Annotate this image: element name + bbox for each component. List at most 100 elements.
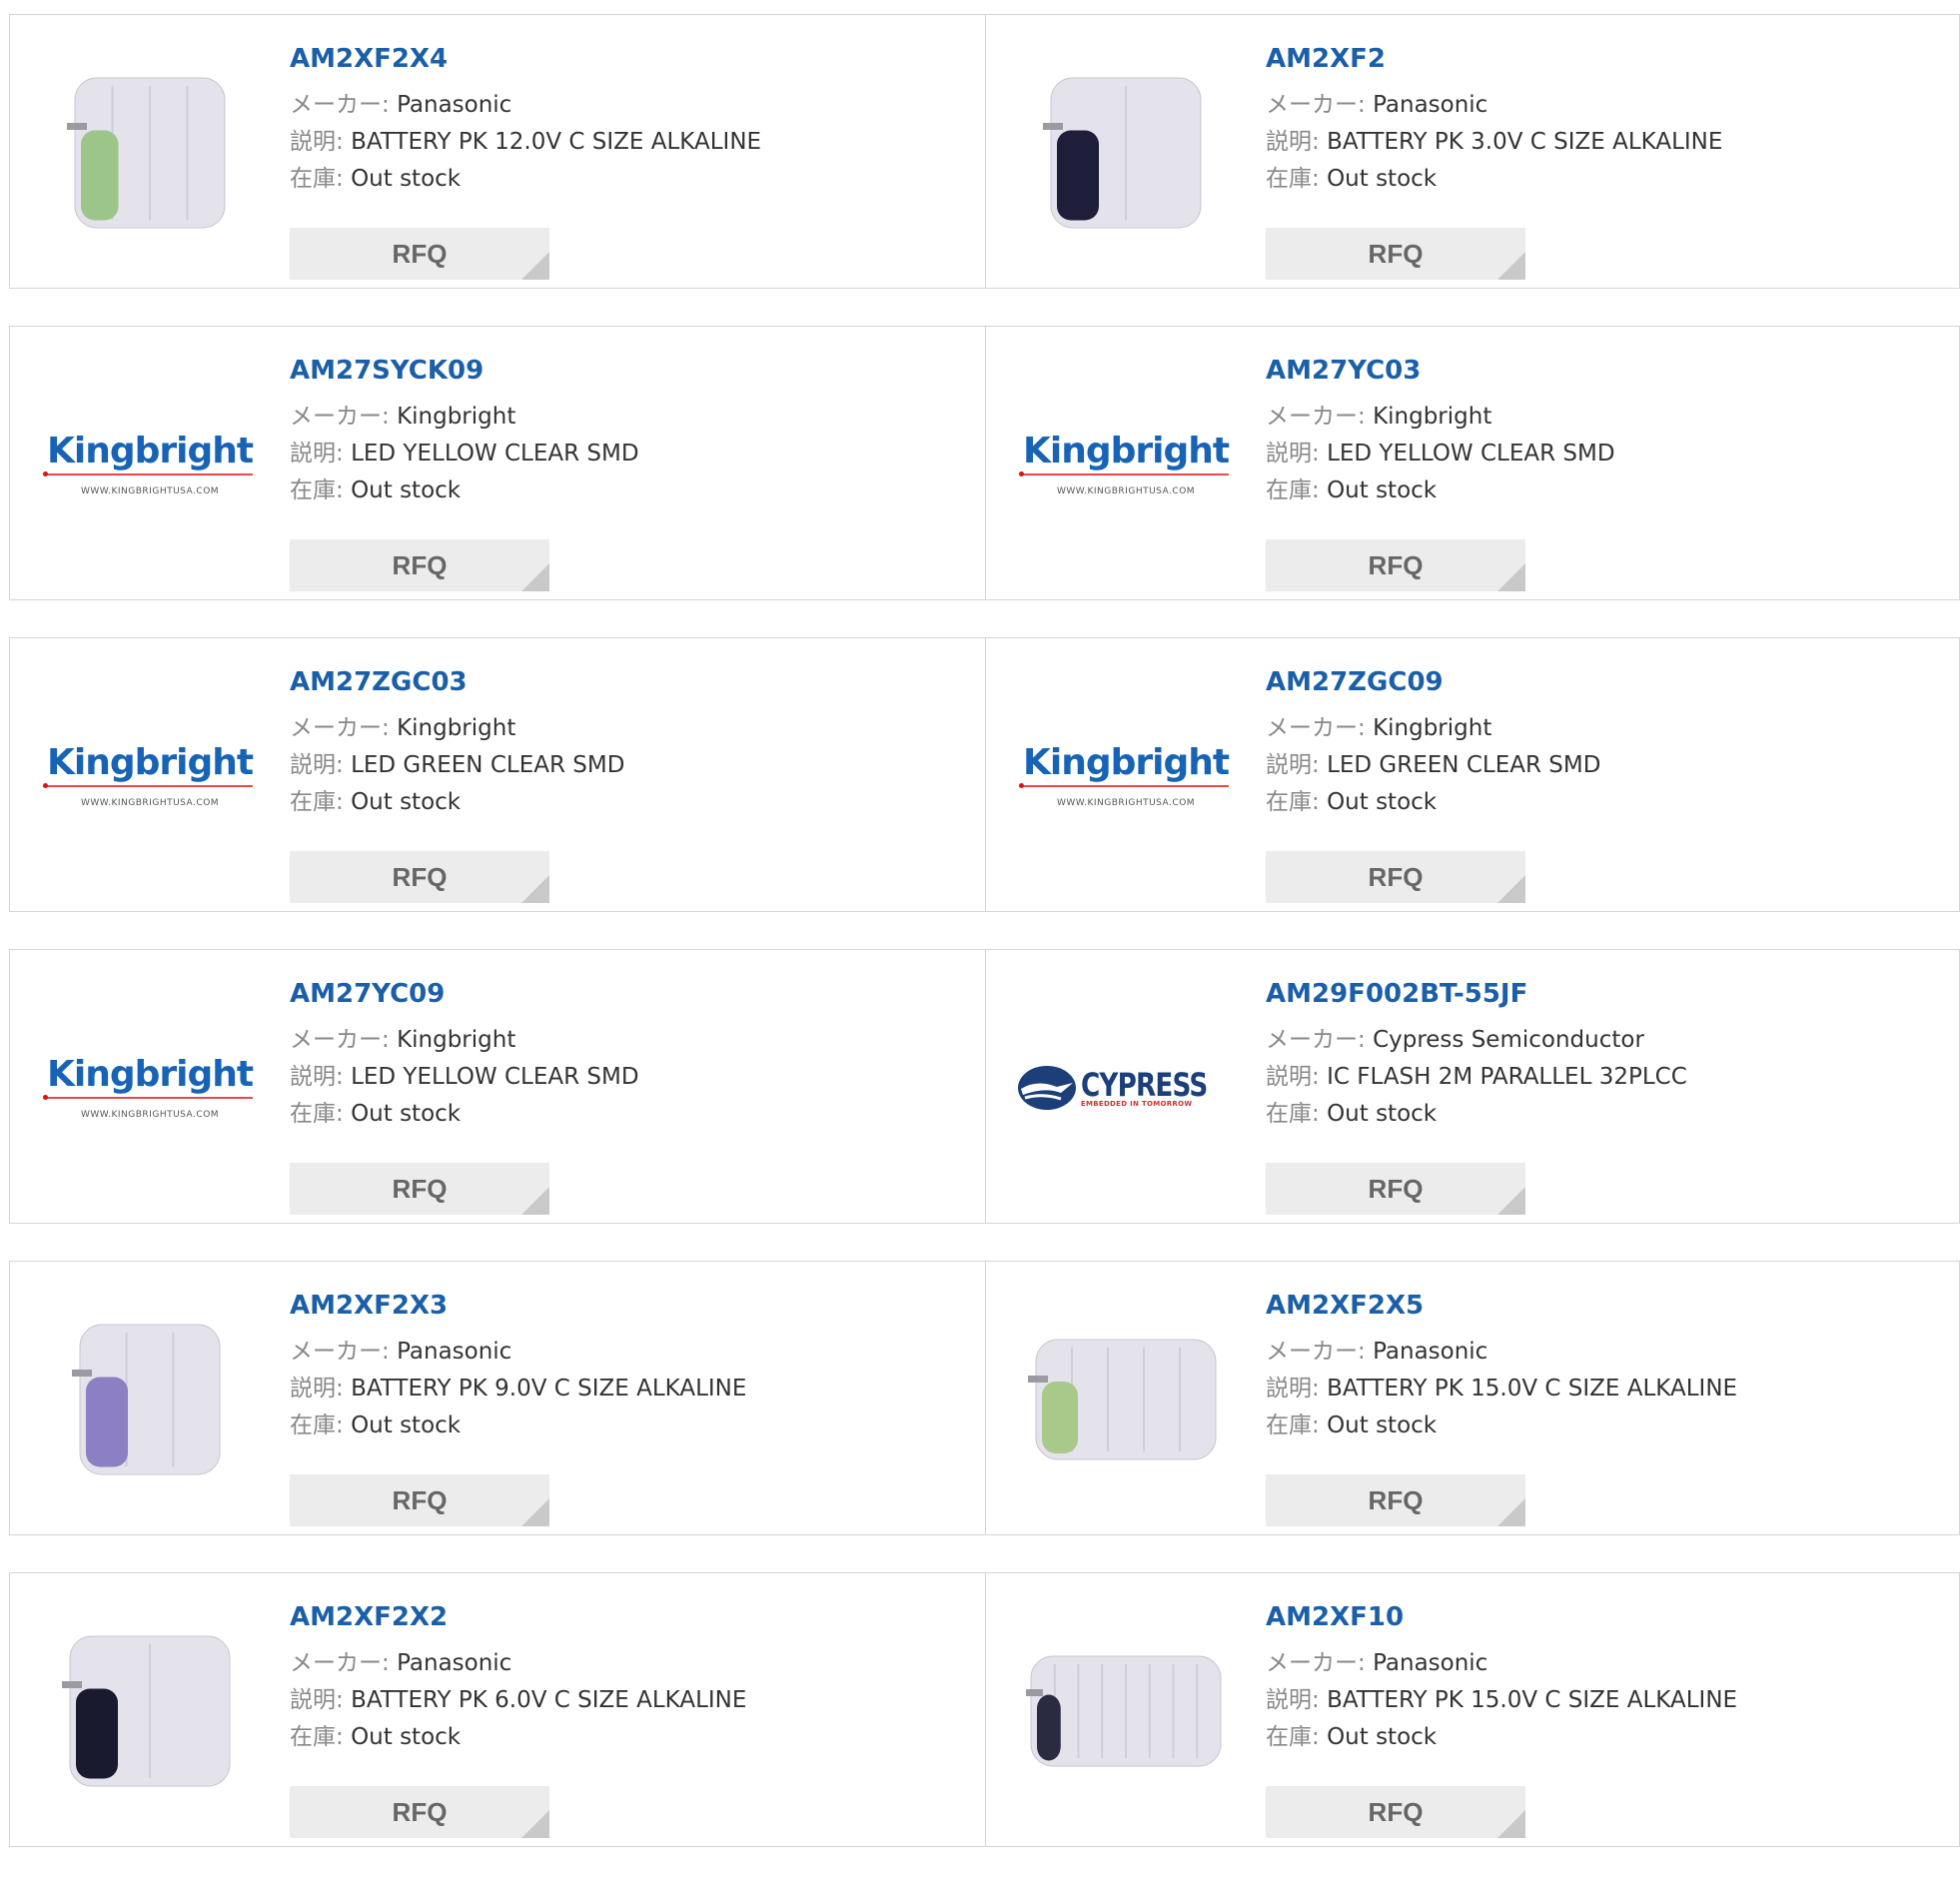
description-value: BATTERY PK 12.0V C SIZE ALKALINE (351, 129, 762, 155)
rfq-label: RFQ (392, 1485, 448, 1515)
maker-label: メーカー: (1266, 715, 1366, 741)
description-value: BATTERY PK 3.0V C SIZE ALKALINE (1327, 129, 1723, 155)
product-row: Kingbright WWW.KINGBRIGHTUSA.COM AM27ZGC0… (9, 637, 1960, 912)
rfq-button[interactable]: RFQ (290, 851, 549, 903)
stock-row: 在庫: Out stock (1266, 1096, 1939, 1133)
corner-triangle-icon (1497, 1498, 1525, 1526)
stock-label: 在庫: (1266, 1724, 1320, 1750)
corner-triangle-icon (1497, 875, 1525, 903)
rfq-button[interactable]: RFQ (1266, 1474, 1525, 1526)
description-label: 説明: (1266, 1376, 1320, 1402)
stock-value: Out stock (351, 1413, 462, 1438)
stock-row: 在庫: Out stock (1266, 784, 1939, 821)
rfq-button[interactable]: RFQ (1266, 1786, 1525, 1838)
product-info: AM2XF2X3 メーカー: Panasonic 説明: BATTERY PK … (290, 1288, 965, 1526)
description-label: 説明: (1266, 752, 1320, 778)
rfq-label: RFQ (1368, 1797, 1424, 1827)
logo-rule (42, 1095, 254, 1100)
rfq-button[interactable]: RFQ (290, 1786, 549, 1838)
part-number-link[interactable]: AM27ZGC03 (290, 664, 965, 700)
stock-row: 在庫: Out stock (290, 161, 965, 198)
maker-label: メーカー: (1266, 92, 1366, 118)
part-number-link[interactable]: AM27ZGC09 (1266, 664, 1939, 700)
product-info: AM27YC03 メーカー: Kingbright 説明: LED YELLOW… (1266, 353, 1939, 591)
maker-value: Panasonic (397, 1650, 512, 1676)
product-card: AM2XF2X5 メーカー: Panasonic 説明: BATTERY PK … (986, 1261, 1960, 1535)
battery-pack-image (1026, 1655, 1222, 1767)
product-image[interactable] (1026, 1300, 1226, 1499)
corner-triangle-icon (521, 252, 549, 280)
product-image[interactable] (1026, 1611, 1226, 1811)
rfq-button[interactable]: RFQ (290, 539, 549, 591)
rfq-label: RFQ (392, 550, 448, 580)
product-image[interactable] (50, 1611, 250, 1811)
part-number-link[interactable]: AM2XF2X5 (1266, 1288, 1939, 1324)
product-image[interactable] (50, 53, 250, 253)
description-value: LED GREEN CLEAR SMD (351, 752, 625, 778)
maker-label: メーカー: (290, 1027, 390, 1053)
part-number-link[interactable]: AM2XF2X4 (290, 41, 965, 77)
maker-row: メーカー: Panasonic (1266, 87, 1939, 124)
product-image[interactable]: Kingbright WWW.KINGBRIGHTUSA.COM (42, 365, 254, 564)
stock-value: Out stock (1327, 1724, 1438, 1750)
maker-value: Kingbright (1373, 715, 1492, 741)
part-number-link[interactable]: AM27YC03 (1266, 353, 1939, 389)
product-row: Kingbright WWW.KINGBRIGHTUSA.COM AM27SYCK… (9, 326, 1960, 600)
maker-row: メーカー: Kingbright (290, 710, 965, 747)
corner-triangle-icon (521, 1498, 549, 1526)
kingbright-logo-icon: Kingbright WWW.KINGBRIGHTUSA.COM (42, 432, 254, 497)
battery-pack-image (67, 77, 226, 229)
product-image[interactable]: Kingbright WWW.KINGBRIGHTUSA.COM (42, 988, 254, 1188)
battery-pack-image (1043, 77, 1202, 229)
description-value: BATTERY PK 15.0V C SIZE ALKALINE (1327, 1687, 1738, 1713)
product-image[interactable]: CYPRESS EMBEDDED IN TOMORROW (1017, 988, 1226, 1188)
kingbright-logo-name: Kingbright (1022, 742, 1230, 783)
maker-label: メーカー: (290, 1650, 390, 1676)
part-number-link[interactable]: AM27SYCK09 (290, 353, 965, 389)
part-number-link[interactable]: AM29F002BT-55JF (1266, 976, 1939, 1012)
rfq-button[interactable]: RFQ (1266, 1163, 1525, 1215)
description-value: LED YELLOW CLEAR SMD (351, 1064, 639, 1090)
product-info: AM2XF2X2 メーカー: Panasonic 説明: BATTERY PK … (290, 1599, 965, 1838)
part-number-link[interactable]: AM2XF2X2 (290, 1599, 965, 1635)
product-image[interactable]: Kingbright WWW.KINGBRIGHTUSA.COM (1018, 365, 1230, 564)
logo-rule (42, 783, 254, 788)
description-label: 説明: (290, 129, 344, 155)
product-info: AM2XF2 メーカー: Panasonic 説明: BATTERY PK 3.… (1266, 41, 1939, 280)
description-value: BATTERY PK 9.0V C SIZE ALKALINE (351, 1376, 747, 1402)
kingbright-logo-url: WWW.KINGBRIGHTUSA.COM (1056, 486, 1196, 496)
description-row: 説明: BATTERY PK 6.0V C SIZE ALKALINE (290, 1682, 965, 1719)
rfq-button[interactable]: RFQ (1266, 228, 1525, 280)
rfq-button[interactable]: RFQ (290, 1163, 549, 1215)
stock-value: Out stock (351, 1724, 462, 1750)
stock-label: 在庫: (290, 477, 344, 503)
part-number-link[interactable]: AM2XF10 (1266, 1599, 1939, 1635)
description-row: 説明: BATTERY PK 15.0V C SIZE ALKALINE (1266, 1682, 1939, 1719)
product-card: AM2XF2 メーカー: Panasonic 説明: BATTERY PK 3.… (986, 14, 1960, 289)
stock-row: 在庫: Out stock (1266, 1719, 1939, 1756)
maker-row: メーカー: Cypress Semiconductor (1266, 1022, 1939, 1059)
stock-label: 在庫: (1266, 1413, 1320, 1438)
product-image[interactable] (1026, 53, 1226, 253)
rfq-button[interactable]: RFQ (1266, 539, 1525, 591)
description-value: LED GREEN CLEAR SMD (1327, 752, 1601, 778)
product-image[interactable] (50, 1300, 250, 1499)
rfq-button[interactable]: RFQ (290, 1474, 549, 1526)
kingbright-logo-name: Kingbright (46, 1054, 254, 1095)
part-number-link[interactable]: AM2XF2 (1266, 41, 1939, 77)
product-image[interactable]: Kingbright WWW.KINGBRIGHTUSA.COM (42, 676, 254, 876)
maker-row: メーカー: Kingbright (1266, 710, 1939, 747)
part-number-link[interactable]: AM27YC09 (290, 976, 965, 1012)
logo-rule (1018, 783, 1230, 788)
rfq-button[interactable]: RFQ (1266, 851, 1525, 903)
maker-label: メーカー: (290, 404, 390, 430)
product-info: AM2XF2X5 メーカー: Panasonic 説明: BATTERY PK … (1266, 1288, 1939, 1526)
product-image[interactable]: Kingbright WWW.KINGBRIGHTUSA.COM (1018, 676, 1230, 876)
rfq-button[interactable]: RFQ (290, 228, 549, 280)
maker-row: メーカー: Kingbright (290, 399, 965, 436)
description-label: 説明: (1266, 129, 1320, 155)
corner-triangle-icon (521, 875, 549, 903)
stock-row: 在庫: Out stock (290, 1408, 965, 1444)
maker-value: Kingbright (397, 715, 516, 741)
part-number-link[interactable]: AM2XF2X3 (290, 1288, 965, 1324)
